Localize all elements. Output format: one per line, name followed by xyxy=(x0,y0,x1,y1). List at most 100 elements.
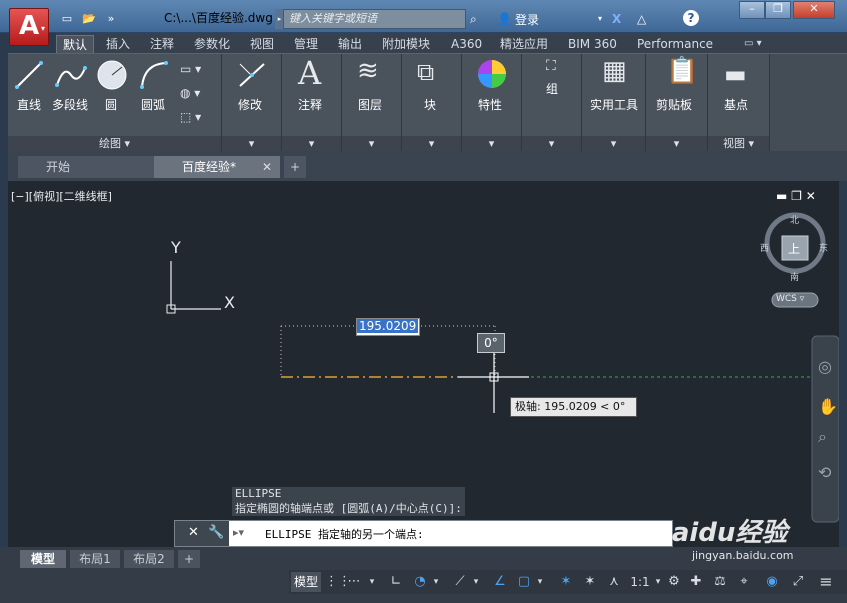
polyline-icon[interactable] xyxy=(54,60,88,90)
object-snap-icon[interactable]: ▢ xyxy=(515,572,533,592)
grid-icon[interactable]: ⋮⋮ xyxy=(325,572,351,592)
tab-model[interactable]: 模型 xyxy=(20,550,66,568)
circle-icon[interactable] xyxy=(96,59,128,91)
annotation-visibility-icon[interactable]: ✶ xyxy=(557,572,575,592)
arc-icon[interactable] xyxy=(138,60,170,90)
circle-button[interactable]: 圆 xyxy=(105,96,117,113)
units-icon[interactable]: ⚖ xyxy=(711,572,729,592)
quick-properties-icon[interactable]: ⌖ xyxy=(735,572,753,592)
steering-wheel-icon[interactable]: ◎ xyxy=(818,357,832,376)
more-qat-icon[interactable]: » xyxy=(102,10,120,28)
drawing-canvas[interactable]: [−][俯视][二维线框] ▬ ❐ ✕ Y X 北 西 东 南 上 WCS ▿ … xyxy=(8,181,839,547)
annotation-button[interactable]: 注释 xyxy=(298,96,322,113)
customize-wrench-icon[interactable]: 🔧 xyxy=(208,525,224,540)
tab-view[interactable]: 视图 xyxy=(244,35,280,53)
viewcube-top-face[interactable]: 上 xyxy=(788,240,800,257)
utilities-dropdown-icon[interactable]: ▾ xyxy=(582,136,645,152)
pan-icon[interactable]: ✋ xyxy=(818,397,838,416)
search-input[interactable]: 键入关键字或短语 xyxy=(283,9,466,29)
auto-scale-icon[interactable]: ✶ xyxy=(581,572,599,592)
layers-icon[interactable]: ≋ xyxy=(357,56,379,86)
tab-insert[interactable]: 插入 xyxy=(100,35,136,53)
group-button[interactable]: 组 xyxy=(546,80,558,97)
annotation-scale-value[interactable]: 1:1 xyxy=(629,572,651,592)
layers-button[interactable]: 图层 xyxy=(358,96,382,113)
draw-panel-footer[interactable]: 绘图 ▾ xyxy=(8,136,221,152)
isolate-objects-icon[interactable]: ◉ xyxy=(763,572,781,592)
tab-annotate[interactable]: 注释 xyxy=(144,35,180,53)
snap-dropdown-icon[interactable]: ▾ xyxy=(367,572,377,592)
modify-dropdown-icon[interactable]: ▾ xyxy=(222,136,281,152)
zoom-icon[interactable]: ⌕ xyxy=(818,427,827,447)
login-dropdown-icon[interactable]: ▾ xyxy=(598,10,602,28)
command-line[interactable]: ✕ 🔧 ▸▾ ELLIPSE 指定轴的另一个端点: xyxy=(174,520,673,547)
close-button[interactable]: ✕ xyxy=(793,1,835,19)
orbit-icon[interactable]: ⟲ xyxy=(818,463,831,482)
length-input[interactable]: 195.0209 xyxy=(356,318,420,336)
tab-layout1[interactable]: 布局1 xyxy=(70,550,120,568)
workspace-gear-icon[interactable]: ⚙ xyxy=(665,572,683,592)
polyline-button[interactable]: 多段线 xyxy=(52,96,88,113)
exchange-icon[interactable]: X xyxy=(612,10,621,28)
color-wheel-icon[interactable] xyxy=(476,58,508,90)
clipboard-button[interactable]: 剪贴板 xyxy=(656,96,692,113)
ortho-icon[interactable]: ∟ xyxy=(387,572,405,592)
annotation-dropdown-icon[interactable]: ▾ xyxy=(282,136,341,152)
block-button[interactable]: 块 xyxy=(424,96,436,113)
application-menu-button[interactable]: A ▾ xyxy=(9,8,49,46)
close-command-icon[interactable]: ✕ xyxy=(188,525,199,540)
isodraft-dropdown-icon[interactable]: ▾ xyxy=(471,572,481,592)
tab-start[interactable]: 开始 xyxy=(18,156,156,178)
osnap-dropdown-icon[interactable]: ▾ xyxy=(535,572,545,592)
annotation-monitor-icon[interactable]: ✚ xyxy=(687,572,705,592)
calculator-icon[interactable]: ▦ xyxy=(602,56,627,86)
fullscreen-icon[interactable]: ⤢ xyxy=(789,572,807,592)
help-icon[interactable]: ? xyxy=(683,10,699,26)
add-layout-button[interactable]: + xyxy=(178,550,200,568)
maximize-button[interactable]: ❐ xyxy=(765,1,791,19)
command-input[interactable]: ELLIPSE 指定轴的另一个端点: xyxy=(265,526,424,542)
tab-addins[interactable]: 附加模块 xyxy=(376,35,436,53)
group-icon[interactable]: ⛶ xyxy=(546,58,556,74)
tab-default[interactable]: 默认 xyxy=(56,35,95,53)
tab-layout2[interactable]: 布局2 xyxy=(124,550,174,568)
tab-drawing[interactable]: 百度经验* ✕ xyxy=(154,156,280,178)
object-snap-tracking-icon[interactable]: ∠ xyxy=(491,572,509,592)
text-icon[interactable]: A xyxy=(298,54,321,92)
view-panel-footer[interactable]: 视图 ▾ xyxy=(708,136,769,152)
close-tab-icon[interactable]: ✕ xyxy=(262,156,272,178)
ribbon-minimize-icon[interactable]: ▭ ▾ xyxy=(738,35,768,53)
clipboard-icon[interactable]: 📋 xyxy=(666,56,698,86)
properties-dropdown-icon[interactable]: ▾ xyxy=(462,136,521,152)
group-dropdown-icon[interactable]: ▾ xyxy=(522,136,581,152)
line-button[interactable]: 直线 xyxy=(17,96,41,113)
customization-menu-icon[interactable]: ≡ xyxy=(817,572,835,592)
binoculars-icon[interactable]: ⌕ xyxy=(470,10,477,28)
rectangle-icon[interactable]: ▭ ▾ xyxy=(180,62,201,76)
command-prompt-icon[interactable]: ▸▾ xyxy=(233,526,244,539)
snap-mode-icon[interactable]: ⋯ xyxy=(345,572,363,592)
user-icon[interactable]: 👤 xyxy=(497,10,512,28)
wcs-label[interactable]: WCS ▿ xyxy=(776,294,804,304)
tab-featured-apps[interactable]: 精选应用 xyxy=(494,35,554,53)
model-space-button[interactable]: 模型 xyxy=(291,572,321,592)
block-insert-icon[interactable]: ⧉ xyxy=(417,58,434,86)
utilities-button[interactable]: 实用工具 xyxy=(590,96,638,113)
base-button[interactable]: 基点 xyxy=(724,96,748,113)
modify-icon[interactable] xyxy=(236,60,268,90)
angle-input[interactable]: 0° xyxy=(477,333,505,353)
isodraft-icon[interactable]: ⟋ xyxy=(451,572,469,592)
scale-dropdown-icon[interactable]: ▾ xyxy=(653,572,663,592)
hatch-icon[interactable]: ◍ ▾ xyxy=(180,86,200,100)
annotation-scale-icon[interactable]: ⋏ xyxy=(605,572,623,592)
autodesk-triangle-icon[interactable]: △ xyxy=(637,10,646,28)
tab-manage[interactable]: 管理 xyxy=(288,35,324,53)
new-file-icon[interactable]: ▭ xyxy=(58,10,76,28)
tab-performance[interactable]: Performance xyxy=(631,35,719,53)
modify-button[interactable]: 修改 xyxy=(238,96,262,113)
line-icon[interactable] xyxy=(14,60,44,90)
polar-dropdown-icon[interactable]: ▾ xyxy=(431,572,441,592)
tab-parametric[interactable]: 参数化 xyxy=(188,35,236,53)
new-tab-button[interactable]: + xyxy=(284,156,306,178)
base-point-icon[interactable]: ▬ xyxy=(724,60,747,88)
